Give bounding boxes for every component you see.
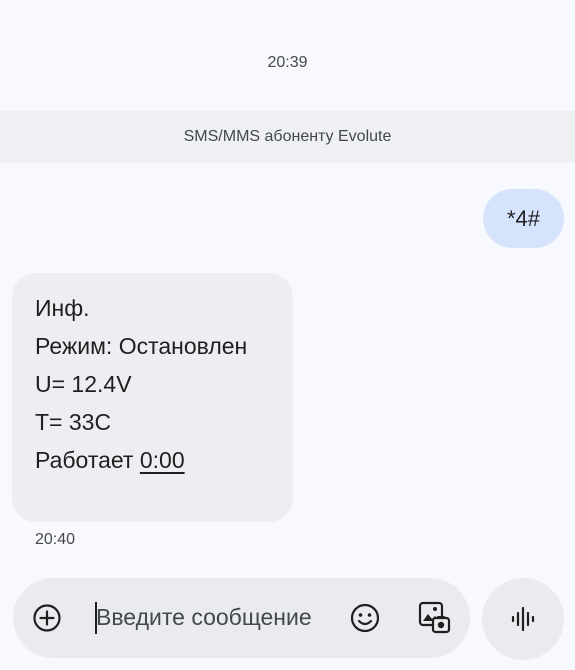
message-line: Инф.: [35, 295, 90, 321]
message-input[interactable]: Введите сообщение: [96, 604, 312, 631]
conversation-timestamp: 20:39: [267, 54, 308, 71]
message-line: U= 12.4V: [35, 371, 132, 397]
message-line: Режим: Остановлен: [35, 333, 248, 359]
gallery-icon[interactable]: [416, 599, 452, 635]
working-label: Работает: [35, 447, 140, 473]
emoji-icon[interactable]: [349, 602, 381, 634]
message-composer: Введите сообщение: [13, 578, 470, 658]
message-line-working: Работает 0:00: [35, 441, 270, 479]
incoming-message-bubble[interactable]: Инф. Режим: Остановлен U= 12.4V T= 33C Р…: [12, 273, 293, 522]
voice-message-button[interactable]: [482, 578, 564, 660]
add-icon[interactable]: [32, 603, 62, 633]
voice-waveform-icon: [508, 604, 538, 634]
outgoing-message-bubble[interactable]: *4#: [482, 189, 564, 248]
conversation-banner: SMS/MMS абоненту Evolute: [0, 111, 575, 163]
incoming-message-timestamp: 20:40: [35, 531, 76, 548]
message-line: T= 33C: [35, 409, 112, 435]
outgoing-message-text: *4#: [506, 205, 540, 231]
banner-text: SMS/MMS абоненту Evolute: [183, 128, 392, 145]
text-cursor: [95, 602, 97, 634]
time-link[interactable]: 0:00: [140, 447, 185, 473]
